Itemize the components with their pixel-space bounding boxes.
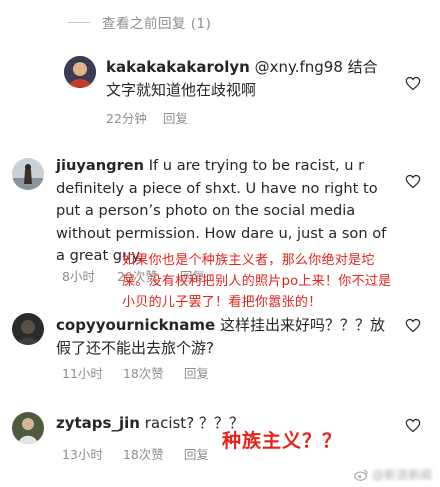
comment-meta: 22分钟 回复 bbox=[106, 108, 188, 127]
comment-mention[interactable]: @xny.fng98 bbox=[255, 58, 343, 76]
view-previous-replies[interactable]: 查看之前回复 (1) bbox=[68, 8, 211, 36]
comment-body: kakakakakarolyn @xny.fng98 结合文字就知道他在歧视啊 bbox=[106, 56, 381, 102]
comment-time: 22分钟 bbox=[106, 111, 147, 126]
weibo-logo-icon bbox=[353, 469, 368, 481]
comment-meta: 11小时 18次赞 回复 bbox=[62, 363, 209, 382]
heart-icon[interactable] bbox=[405, 418, 421, 433]
avatar[interactable] bbox=[12, 412, 44, 444]
translation-overlay: 如果你也是个种族主义者，那么你绝对是坨屎。没有权利把别人的照片po上来！你不过是… bbox=[122, 253, 392, 310]
user-photo-icon bbox=[12, 313, 44, 345]
comment-username[interactable]: zytaps_jin bbox=[56, 414, 140, 432]
avatar[interactable] bbox=[64, 56, 96, 88]
heart-icon[interactable] bbox=[405, 76, 421, 91]
comment-meta: 13小时 18次赞 回复 bbox=[62, 444, 209, 463]
comment-body: copyyournickname 这样挂出来好吗？？？放假了还不能出去旅个游? bbox=[56, 314, 386, 360]
user-photo-icon bbox=[64, 56, 96, 88]
like-count[interactable]: 18次赞 bbox=[123, 363, 164, 382]
reply-button[interactable]: 回复 bbox=[163, 108, 188, 127]
racism-label-overlay: 种族主义？？ bbox=[222, 430, 343, 452]
watermark-text: @新浪新闻 bbox=[371, 468, 432, 482]
view-previous-label: 查看之前回复 (1) bbox=[102, 16, 212, 32]
reply-button[interactable]: 回复 bbox=[184, 363, 209, 382]
avatar[interactable] bbox=[12, 313, 44, 345]
user-photo-icon bbox=[12, 412, 44, 444]
comment-username[interactable]: jiuyangren bbox=[56, 157, 144, 174]
comment-time: 11小时 bbox=[62, 366, 103, 381]
heart-icon[interactable] bbox=[405, 318, 421, 333]
user-photo-icon bbox=[12, 158, 44, 190]
like-count[interactable]: 18次赞 bbox=[123, 444, 164, 463]
reply-button[interactable]: 回复 bbox=[184, 444, 209, 463]
comment-time: 8小时 bbox=[62, 269, 95, 284]
heart-icon[interactable] bbox=[405, 174, 421, 189]
comment-username[interactable]: copyyournickname bbox=[56, 316, 215, 334]
comment-time: 13小时 bbox=[62, 447, 103, 462]
comment-username[interactable]: kakakakakarolyn bbox=[106, 58, 250, 76]
watermark: @新浪新闻 bbox=[353, 466, 432, 483]
divider-line bbox=[68, 21, 90, 23]
avatar[interactable] bbox=[12, 158, 44, 190]
